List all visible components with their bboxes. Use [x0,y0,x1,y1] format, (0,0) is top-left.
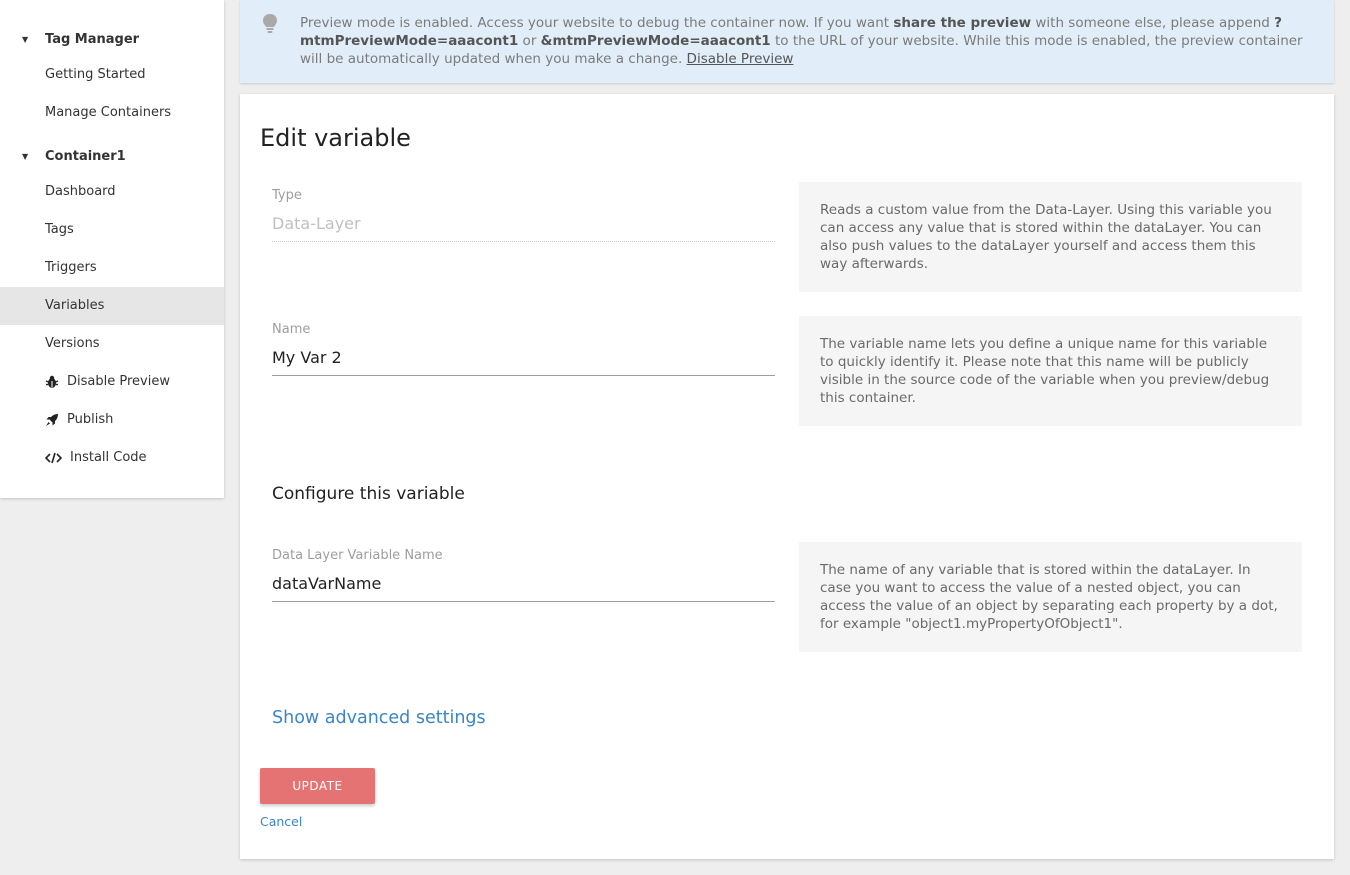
sidebar-item-label: Variables [45,298,105,313]
type-field-value: Data-Layer [272,214,361,233]
field-underline [272,375,775,376]
notice-text: Preview mode is enabled. Access your web… [300,14,1320,68]
code-icon [44,451,63,465]
preview-mode-notice: Preview mode is enabled. Access your web… [240,0,1334,83]
sidebar-item-label: Versions [45,336,100,351]
sidebar-section-label: Container1 [45,149,126,164]
sidebar-item-versions[interactable]: Versions [0,325,224,363]
configure-section-title: Configure this variable [272,484,465,504]
sidebar-item-install-code[interactable]: Install Code [0,439,224,477]
notice-bold-share: share the preview [893,15,1032,31]
sidebar-item-label: Dashboard [45,184,116,199]
data-layer-help-text: The name of any variable that is stored … [799,542,1302,652]
type-field-label: Type [272,188,302,203]
caret-down-icon: ▼ [22,35,29,44]
disable-preview-link[interactable]: Disable Preview [687,51,794,67]
sidebar-item-label: Triggers [45,260,97,275]
update-button[interactable]: UPDATE [260,768,375,804]
page-title: Edit variable [260,124,411,152]
name-field-label: Name [272,322,311,337]
sidebar-item-label: Publish [67,412,114,427]
cancel-link[interactable]: Cancel [260,814,302,829]
name-input[interactable] [272,346,775,370]
name-field[interactable]: Name [272,322,775,376]
type-help-text: Reads a custom value from the Data-Layer… [799,182,1302,292]
field-underline [272,601,775,602]
sidebar-section-container1[interactable]: ▼ Container1 [0,148,224,168]
sidebar-item-label: Disable Preview [67,374,170,389]
lightbulb-icon [261,13,279,39]
sidebar-item-label: Getting Started [45,67,146,82]
sidebar-item-variables[interactable]: Variables [0,287,224,325]
notice-bold-param2: &mtmPreviewMode=aaacont1 [540,33,771,49]
sidebar-item-label: Tags [45,222,74,237]
data-layer-variable-name-input[interactable] [272,572,775,596]
sidebar-item-getting-started[interactable]: Getting Started [0,56,224,94]
data-layer-variable-name-label: Data Layer Variable Name [272,548,443,563]
name-help-text: The variable name lets you define a uniq… [799,316,1302,426]
data-layer-variable-name-field[interactable]: Data Layer Variable Name [272,548,775,602]
bug-icon [45,375,59,389]
show-advanced-settings-link[interactable]: Show advanced settings [272,708,486,728]
field-underline [272,241,775,242]
type-field: Type Data-Layer [272,188,775,242]
sidebar: ▼ Tag Manager Getting Started Manage Con… [0,0,224,498]
notice-text-part: with someone else, please append [1031,15,1275,31]
sidebar-section-tag-manager[interactable]: ▼ Tag Manager [0,31,224,51]
rocket-icon [45,413,59,427]
sidebar-item-manage-containers[interactable]: Manage Containers [0,94,224,132]
sidebar-item-triggers[interactable]: Triggers [0,249,224,287]
notice-text-part: or [518,33,541,49]
sidebar-item-label: Manage Containers [45,105,172,120]
sidebar-item-dashboard[interactable]: Dashboard [0,173,224,211]
sidebar-item-publish[interactable]: Publish [0,401,224,439]
sidebar-item-label: Install Code [70,450,147,465]
notice-text-part: Preview mode is enabled. Access your web… [300,15,894,31]
sidebar-item-tags[interactable]: Tags [0,211,224,249]
caret-down-icon: ▼ [22,152,29,161]
sidebar-item-disable-preview[interactable]: Disable Preview [0,363,224,401]
edit-variable-card: Edit variable Type Data-Layer Reads a cu… [240,94,1334,859]
sidebar-section-label: Tag Manager [45,32,140,47]
